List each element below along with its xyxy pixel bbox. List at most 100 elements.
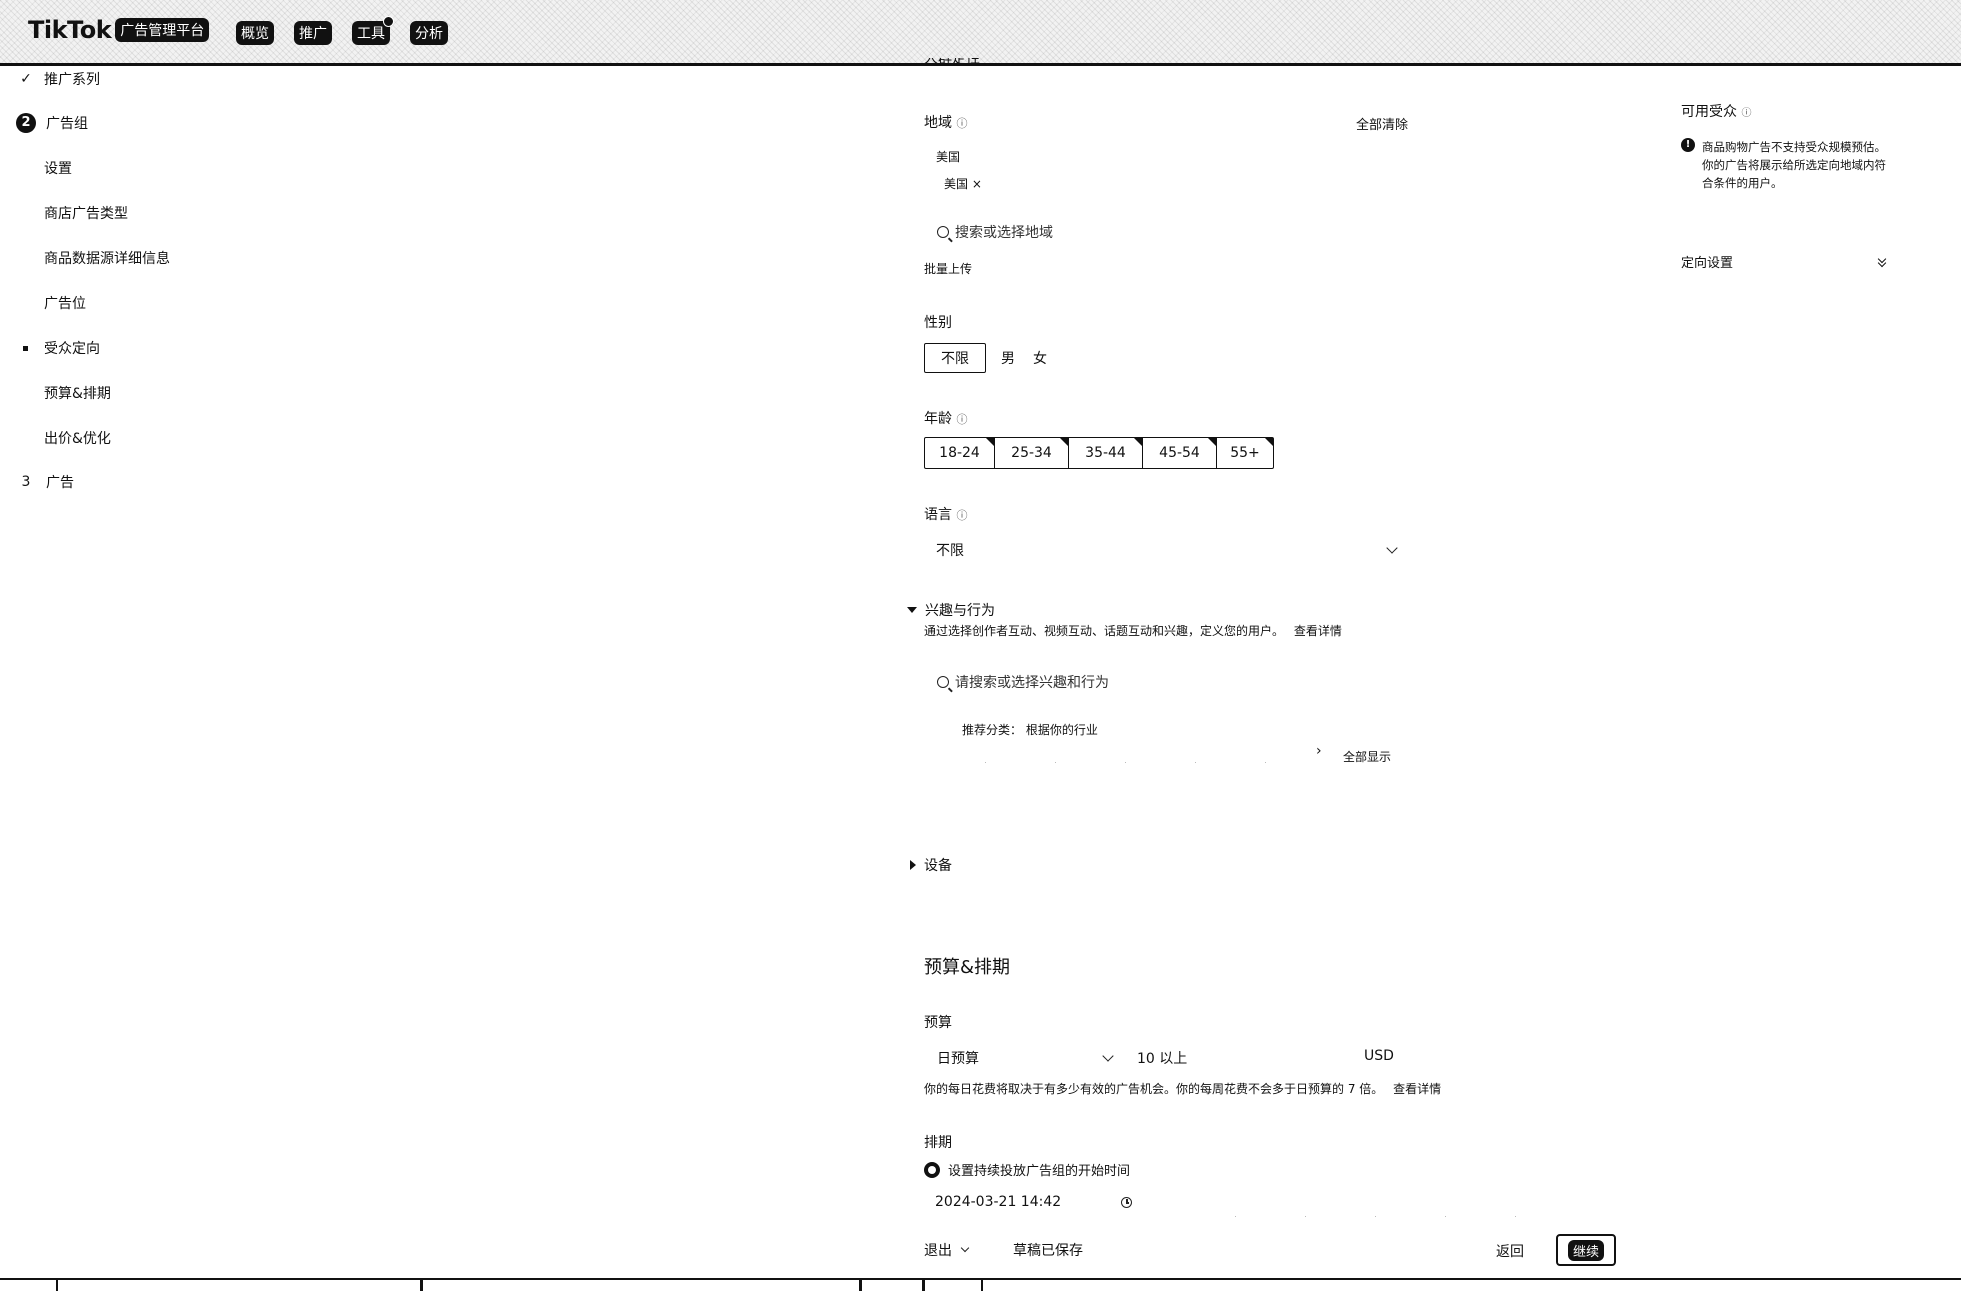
draft-saved-status: 草稿已保存 — [1013, 1243, 1083, 1259]
age-option-label: 25-34 — [1011, 445, 1052, 461]
age-option-45-54[interactable]: 45-54 — [1143, 438, 1217, 468]
available-audience-text: 可用受众 — [1681, 104, 1737, 120]
tiktok-ads-logo[interactable]: TikTok 广告管理平台 — [28, 16, 210, 44]
show-all-link[interactable]: 全部显示 — [1343, 748, 1391, 765]
device-title: 设备 — [924, 858, 952, 874]
nav-item-analytics[interactable]: 分析 — [410, 21, 448, 45]
targeting-settings-toggle[interactable]: 定向设置 — [1681, 252, 1887, 271]
selected-corner-icon — [1060, 438, 1068, 446]
nav-item-tools[interactable]: 工具 — [352, 16, 394, 45]
substep-label: 出价&优化 — [44, 431, 111, 447]
bottom-panel-block — [56, 1280, 422, 1291]
check-icon: ✓ — [20, 71, 32, 87]
continue-button-label: 继续 — [1567, 1239, 1604, 1261]
currency-label: USD — [1364, 1048, 1394, 1064]
budget-type-select[interactable]: 日预算 — [937, 1048, 1114, 1068]
chevron-right-icon[interactable]: › — [1316, 743, 1322, 759]
age-option-25-34[interactable]: 25-34 — [995, 438, 1069, 468]
logo-brand-text: TikTok — [28, 16, 112, 44]
budget-amount-input[interactable]: 10 以上 — [1137, 1048, 1187, 1068]
interests-description: 通过选择创作者互动、视频互动、话题互动和兴趣，定义您的用户。 查看详情 — [924, 622, 1342, 639]
budget-learn-more-link[interactable]: 查看详情 — [1393, 1082, 1441, 1096]
step-label-ad: 广告 — [46, 475, 74, 491]
search-icon — [937, 676, 949, 688]
age-option-55-plus[interactable]: 55+ — [1217, 438, 1273, 468]
interests-section-toggle[interactable]: 兴趣与行为 — [907, 600, 995, 620]
substep-label: 广告位 — [44, 296, 86, 312]
help-icon[interactable]: ⓘ — [956, 509, 967, 522]
budget-section-title: 预算&排期 — [924, 957, 1011, 978]
selected-corner-icon — [986, 438, 994, 446]
recommended-tags-placeholder — [985, 762, 1315, 763]
available-audience-title: 可用受众 ⓘ — [1681, 101, 1751, 121]
exit-menu[interactable]: 退出 — [924, 1240, 970, 1260]
substep-label: 商店广告类型 — [44, 206, 128, 222]
interests-search-placeholder: 请搜索或选择兴趣和行为 — [955, 675, 1109, 691]
continue-button[interactable]: 继续 — [1556, 1234, 1616, 1266]
interests-learn-more-link[interactable]: 查看详情 — [1294, 624, 1342, 638]
language-select[interactable]: 不限 — [936, 540, 1398, 560]
age-label: 年龄 ⓘ — [924, 408, 967, 428]
age-option-label: 45-54 — [1159, 445, 1200, 461]
clear-all-locations-link[interactable]: 全部清除 — [1356, 114, 1408, 133]
location-search-input[interactable]: 搜索或选择地域 — [937, 222, 1053, 242]
end-time-placeholder — [1235, 1216, 1565, 1217]
selected-corner-icon — [1134, 438, 1142, 446]
interests-description-text: 通过选择创作者互动、视频互动、话题互动和兴趣，定义您的用户。 — [924, 624, 1285, 638]
bottom-panel-block — [923, 1280, 983, 1291]
location-tag-text: 美国 — [944, 177, 969, 191]
device-section-toggle[interactable]: 设备 — [910, 855, 952, 875]
section-header-cut: 人群定性 — [924, 58, 980, 67]
age-label-text: 年龄 — [924, 411, 952, 427]
clock-icon[interactable] — [1121, 1197, 1132, 1208]
age-selector: 18-24 25-34 35-44 45-54 55+ — [924, 437, 1274, 469]
selected-corner-icon — [1265, 438, 1273, 446]
recommended-label: 推荐分类： — [962, 723, 1023, 737]
step-label-ad-group: 广告组 — [46, 116, 88, 132]
substep-label: 受众定向 — [44, 341, 100, 357]
schedule-option[interactable]: 设置持续投放广告组的开始时间 — [924, 1160, 1130, 1179]
clock-icon-shape — [1121, 1197, 1132, 1208]
location-label-text: 地域 — [924, 115, 952, 131]
recommended-category: 推荐分类： 根据你的行业 — [962, 721, 1098, 738]
schedule-label: 排期 — [924, 1135, 952, 1151]
location-tag-us[interactable]: 美国 × — [944, 175, 982, 192]
nav-item-tools-label: 工具 — [357, 26, 385, 42]
targeting-settings-label: 定向设置 — [1681, 256, 1734, 271]
budget-label: 预算 — [924, 1015, 952, 1031]
substep-label: 设置 — [44, 161, 72, 177]
substep-label: 商品数据源详细信息 — [44, 251, 170, 267]
gender-option-female[interactable]: 女 — [1030, 343, 1062, 373]
language-label-text: 语言 — [924, 507, 952, 523]
chevron-down-icon — [1102, 1050, 1114, 1062]
gender-option-any[interactable]: 不限 — [924, 343, 986, 373]
help-icon[interactable]: ⓘ — [956, 117, 967, 130]
budget-note-text: 你的每日花费将取决于有多少有效的广告机会。你的每周花费不会多于日预算的 7 倍。 — [924, 1082, 1384, 1096]
nav-item-overview[interactable]: 概览 — [236, 21, 274, 45]
top-navigation-bar: TikTok 广告管理平台 概览 推广 工具 分析 — [0, 0, 1961, 66]
step-number-icon: 2 — [16, 113, 36, 133]
remove-tag-icon[interactable]: × — [972, 177, 982, 191]
bottom-window-edge — [0, 1278, 1961, 1291]
selected-corner-icon — [1208, 438, 1216, 446]
step-number-text: 3 — [21, 474, 31, 490]
nav-item-campaign[interactable]: 推广 — [294, 21, 332, 45]
age-option-18-24[interactable]: 18-24 — [925, 438, 995, 468]
bulk-upload-link[interactable]: 批量上传 — [924, 260, 972, 277]
interests-title: 兴趣与行为 — [925, 603, 995, 619]
top-nav-menu: 概览 推广 工具 分析 — [236, 16, 448, 45]
help-icon[interactable]: ⓘ — [1741, 108, 1751, 119]
gender-option-male[interactable]: 男 — [986, 343, 1030, 373]
age-option-label: 35-44 — [1085, 445, 1126, 461]
substep-label: 预算&排期 — [44, 386, 111, 402]
age-option-35-44[interactable]: 35-44 — [1069, 438, 1143, 468]
back-button[interactable]: 返回 — [1496, 1241, 1524, 1261]
budget-note: 你的每日花费将取决于有多少有效的广告机会。你的每周花费不会多于日预算的 7 倍。… — [924, 1080, 1441, 1097]
interests-search-input[interactable]: 请搜索或选择兴趣和行为 — [937, 672, 1109, 692]
radio-selected-icon — [924, 1161, 940, 1178]
location-search-placeholder: 搜索或选择地域 — [955, 225, 1053, 241]
help-icon[interactable]: ⓘ — [956, 413, 967, 426]
chevron-down-icon — [960, 1243, 970, 1253]
budget-type-value: 日预算 — [937, 1051, 979, 1067]
start-time-input[interactable]: 2024-03-21 14:42 — [935, 1194, 1061, 1210]
